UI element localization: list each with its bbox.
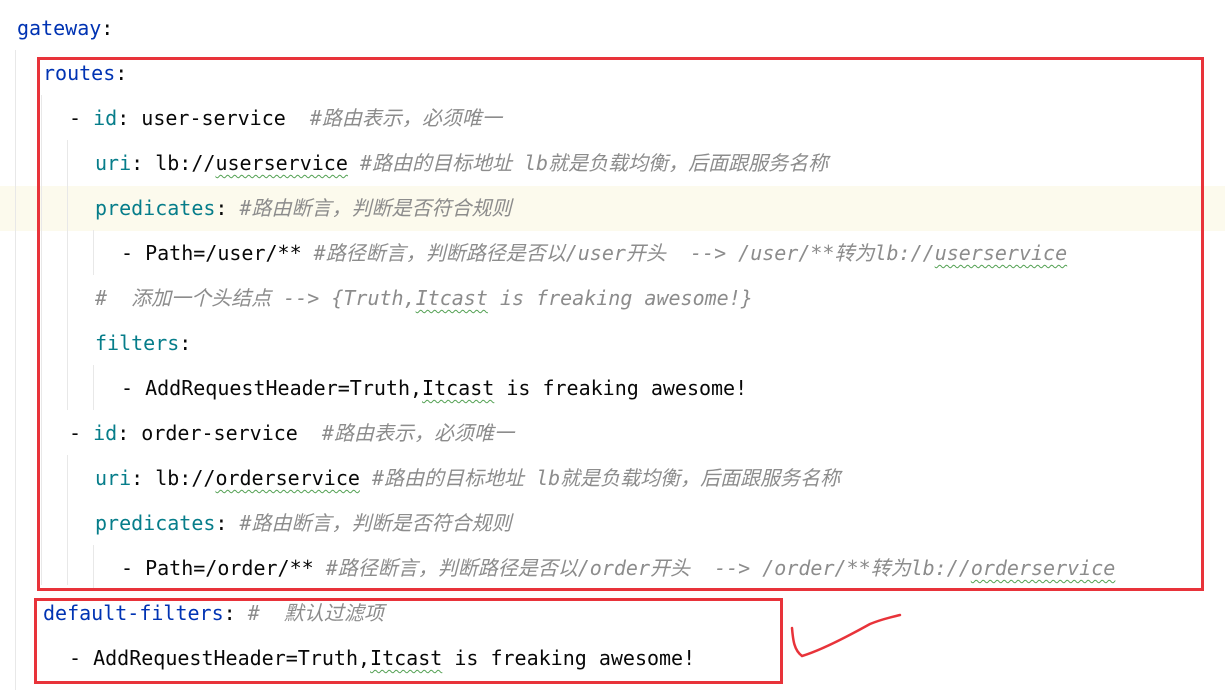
default-filters-highlight-box bbox=[34, 598, 783, 684]
code-editor[interactable]: gateway: routes: - id: user-service #路由表… bbox=[0, 0, 1225, 690]
code-token: gateway bbox=[17, 16, 102, 40]
routes-highlight-box bbox=[37, 57, 1204, 591]
checkmark-icon bbox=[790, 613, 902, 658]
indent-guide bbox=[15, 50, 16, 690]
code-token: : bbox=[101, 16, 114, 40]
code-line[interactable]: gateway: bbox=[17, 6, 113, 51]
